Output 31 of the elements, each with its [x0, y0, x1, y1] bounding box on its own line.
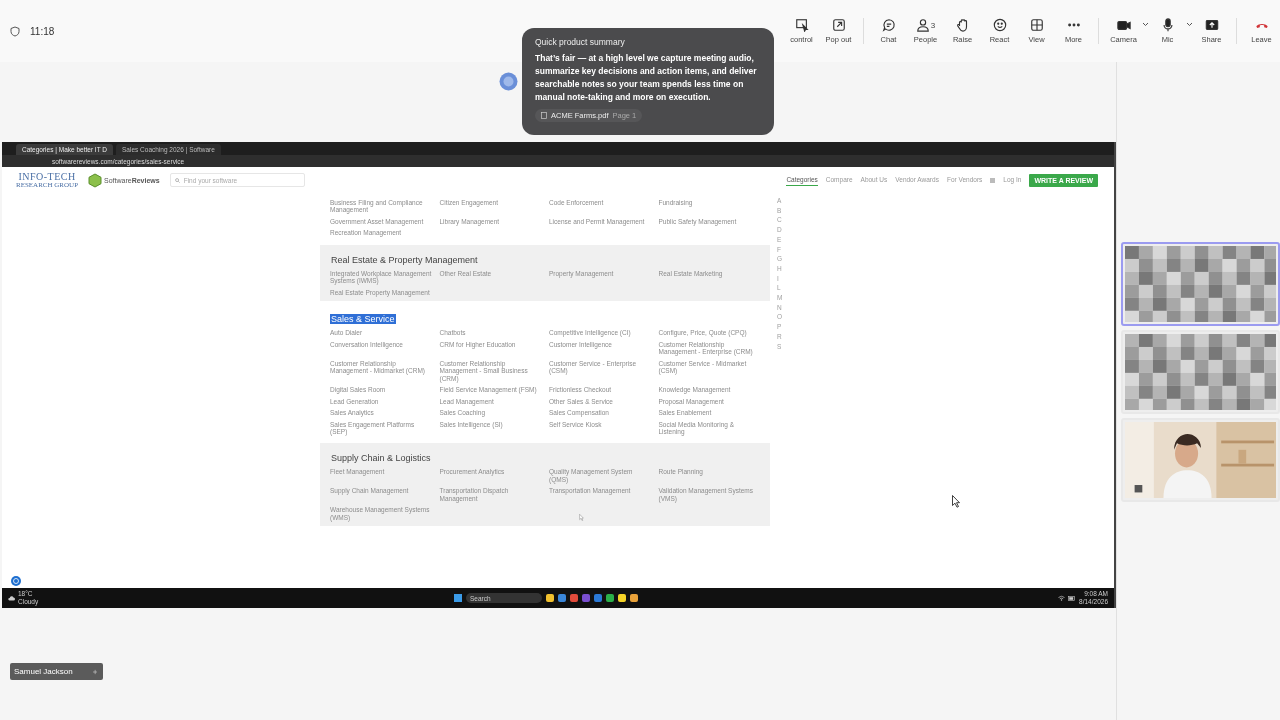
- logo-text: INFO-TECH: [18, 171, 76, 182]
- chat-icon: [881, 18, 896, 32]
- cloud-icon: [8, 595, 15, 601]
- pop-out-icon: [831, 18, 846, 32]
- camera-icon: [1116, 18, 1131, 32]
- share-icon: [1204, 18, 1219, 32]
- summary-text: That’s fair — at a high level we capture meeting audio, summarize key decisions and action items, and deliver searchable notes so your team spends less time on manual note-taking and more on execution.: [535, 52, 758, 104]
- battery-icon[interactable]: [1068, 595, 1077, 601]
- view-icon: [1029, 18, 1044, 32]
- people-icon: [915, 18, 930, 32]
- chevron-down-icon[interactable]: [1186, 22, 1193, 27]
- category-heading: Real Estate & Property Management: [330, 254, 479, 265]
- accessibility-icon[interactable]: [11, 576, 21, 586]
- shield-icon: [10, 25, 20, 37]
- hexagon-logo-icon: [88, 172, 103, 188]
- mouse-pointer-icon: [579, 514, 584, 521]
- start-icon[interactable]: [454, 594, 462, 602]
- chevron-down-icon[interactable]: [1142, 22, 1149, 27]
- react-icon: [992, 18, 1007, 32]
- mouse-pointer-icon: [952, 495, 960, 508]
- document-icon: [541, 112, 547, 119]
- wifi-icon[interactable]: [1058, 595, 1066, 601]
- category-heading: Sales & Service: [330, 314, 396, 325]
- participant-name: Samuel Jackson: [14, 667, 73, 676]
- plus-icon[interactable]: [92, 667, 97, 676]
- search-icon: [174, 177, 180, 183]
- category-heading: Supply Chain & Logistics: [330, 453, 432, 464]
- meeting-time: 11:18: [30, 25, 55, 37]
- raise-icon: [955, 18, 970, 32]
- popup-title: Quick product summary: [535, 37, 626, 47]
- take-control-icon: [794, 18, 809, 32]
